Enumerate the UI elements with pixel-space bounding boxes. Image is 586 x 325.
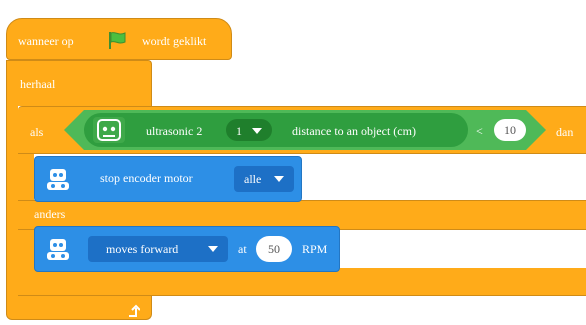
speed-input[interactable]: 50 (256, 236, 292, 262)
direction-value: moves forward (106, 242, 179, 256)
ultrasonic-sensor-icon (93, 117, 125, 143)
direction-chevron-down-icon (208, 246, 218, 252)
rpm-label: RPM (302, 242, 328, 256)
then-label: dan (556, 125, 574, 139)
sensor-name: ultrasonic 2 (146, 124, 203, 138)
port-value: 1 (236, 124, 242, 138)
motor-chevron-down-icon (274, 176, 284, 182)
green-flag-icon (106, 30, 128, 55)
at-label: at (238, 242, 247, 256)
loop-arrow-icon (126, 304, 141, 323)
hat-label-after: wordt geklikt (142, 34, 207, 48)
hat-label-before: wanneer op (18, 34, 74, 48)
operator-label: < (476, 124, 483, 138)
robot-icon (43, 164, 73, 194)
motor-select-dropdown[interactable] (234, 166, 294, 192)
measure-label: distance to an object (cm) (292, 124, 416, 138)
threshold-input[interactable]: 10 (494, 119, 526, 141)
loop-label: herhaal (20, 77, 56, 91)
stop-motor-label: stop encoder motor (100, 171, 193, 185)
else-label: anders (34, 207, 66, 221)
if-else-foot (18, 268, 586, 296)
motor-select-value: alle (244, 172, 262, 186)
forever-loop-arm (6, 100, 18, 300)
port-dropdown[interactable] (226, 119, 272, 141)
robot-icon (43, 234, 73, 264)
port-chevron-down-icon (252, 128, 262, 134)
if-label: als (30, 125, 44, 139)
